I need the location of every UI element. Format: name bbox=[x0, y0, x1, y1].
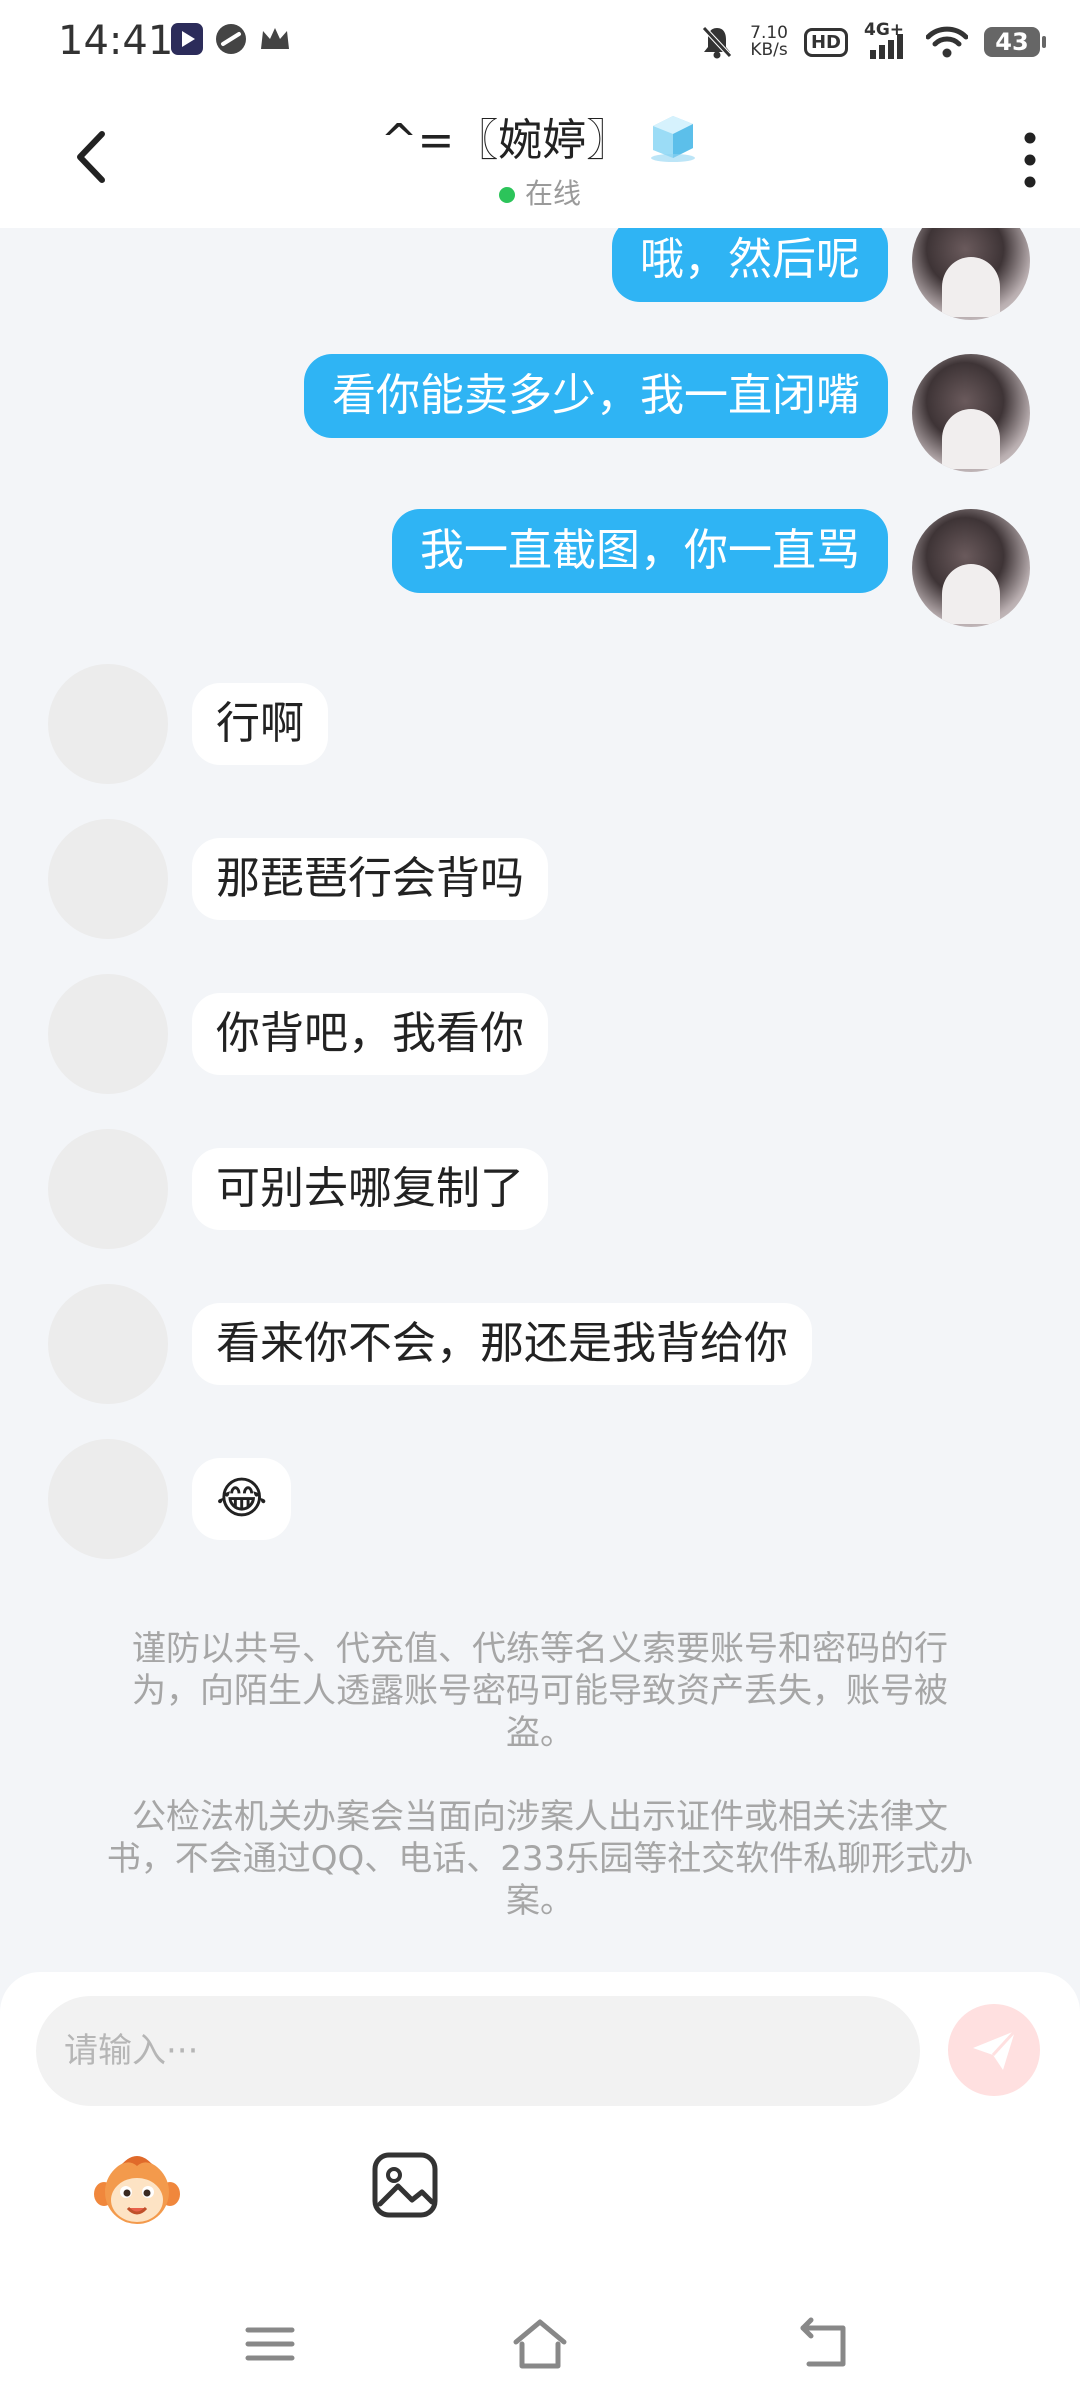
signal-bars-icon bbox=[870, 34, 903, 59]
network-speed: 7.10 KB/s bbox=[750, 25, 788, 59]
message-other: 看来你不会，那还是我背给你 bbox=[48, 1284, 812, 1404]
mute-bell-icon bbox=[702, 26, 732, 59]
status-bar: 14:41 7.10 KB/s HD 4G+ 43 bbox=[0, 0, 1080, 82]
message-input[interactable] bbox=[36, 1996, 920, 2106]
send-button[interactable] bbox=[948, 2004, 1040, 2096]
message-list[interactable]: 哦，然后呢 看你能卖多少，我一直闭嘴 我一直截图，你一直骂 行啊 那琵琶行会背吗… bbox=[0, 228, 1080, 1972]
back-nav-icon[interactable] bbox=[795, 2314, 855, 2374]
battery-indicator: 43 bbox=[984, 27, 1046, 57]
contact-avatar[interactable] bbox=[48, 819, 168, 939]
my-avatar[interactable] bbox=[912, 354, 1030, 472]
message-other: 行啊 bbox=[48, 664, 328, 784]
chat-title: ^=〖婉婷〗 bbox=[380, 115, 631, 166]
message-me: 看你能卖多少，我一直闭嘴 bbox=[304, 354, 1030, 472]
contact-avatar[interactable] bbox=[48, 1439, 168, 1559]
status-right-icons: 7.10 KB/s HD 4G+ 43 bbox=[700, 20, 1046, 64]
menu-nav-icon[interactable] bbox=[240, 2314, 300, 2374]
contact-avatar[interactable] bbox=[48, 664, 168, 784]
chat-header: ^=〖婉婷〗 在线 bbox=[0, 82, 1080, 228]
emoji-monkey-icon[interactable] bbox=[92, 2150, 182, 2230]
message-me: 我一直截图，你一直骂 bbox=[392, 509, 1030, 627]
video-app-icon bbox=[171, 23, 203, 55]
composer bbox=[0, 1972, 1080, 2408]
image-picker-icon[interactable] bbox=[370, 2150, 440, 2220]
message-other: 你背吧，我看你 bbox=[48, 974, 548, 1094]
message-bubble[interactable]: 那琵琶行会背吗 bbox=[192, 838, 548, 920]
paper-plane-icon bbox=[973, 2029, 1017, 2070]
link-app-icon bbox=[216, 24, 246, 54]
message-bubble[interactable]: 我一直截图，你一直骂 bbox=[392, 509, 888, 593]
my-avatar[interactable] bbox=[912, 509, 1030, 627]
message-other: 那琵琶行会背吗 bbox=[48, 819, 548, 939]
crown-app-icon bbox=[261, 28, 289, 49]
message-bubble[interactable]: 哦，然后呢 bbox=[612, 228, 888, 302]
message-bubble[interactable]: 😂 bbox=[192, 1458, 292, 1540]
online-status: 在线 bbox=[0, 172, 1080, 212]
home-nav-icon[interactable] bbox=[510, 2314, 570, 2374]
contact-avatar[interactable] bbox=[48, 974, 168, 1094]
status-time: 14:41 bbox=[58, 18, 174, 64]
message-bubble[interactable]: 你背吧，我看你 bbox=[192, 993, 548, 1075]
security-notice: 谨防以共号、代充值、代练等名义索要账号和密码的行为，向陌生人透露账号密码可能导致… bbox=[132, 1629, 948, 1753]
hd-badge: HD bbox=[803, 27, 848, 57]
message-bubble[interactable]: 可别去哪复制了 bbox=[192, 1148, 548, 1230]
cellular-signal: 4G+ bbox=[864, 20, 910, 60]
message-bubble[interactable]: 行啊 bbox=[192, 683, 328, 765]
title-block: ^=〖婉婷〗 在线 bbox=[0, 104, 1080, 212]
more-options-button[interactable] bbox=[1010, 126, 1050, 194]
message-bubble[interactable]: 看来你不会，那还是我背给你 bbox=[192, 1303, 812, 1385]
ice-cube-icon bbox=[651, 116, 696, 162]
online-status-text: 在线 bbox=[524, 177, 581, 210]
security-notice: 公检法机关办案会当面向涉案人出示证件或相关法律文书，不会通过QQ、电话、233乐… bbox=[106, 1797, 974, 1921]
contact-avatar[interactable] bbox=[48, 1129, 168, 1249]
message-other: 可别去哪复制了 bbox=[48, 1129, 548, 1249]
system-nav-bar bbox=[0, 2282, 1080, 2408]
wifi-icon bbox=[926, 26, 968, 58]
online-dot bbox=[498, 187, 515, 203]
message-other: 😂 bbox=[48, 1439, 292, 1559]
message-bubble[interactable]: 看你能卖多少，我一直闭嘴 bbox=[304, 354, 888, 438]
contact-avatar[interactable] bbox=[48, 1284, 168, 1404]
message-me: 哦，然后呢 bbox=[612, 228, 1030, 320]
my-avatar[interactable] bbox=[912, 228, 1030, 320]
net-speed-unit: KB/s bbox=[750, 40, 788, 60]
